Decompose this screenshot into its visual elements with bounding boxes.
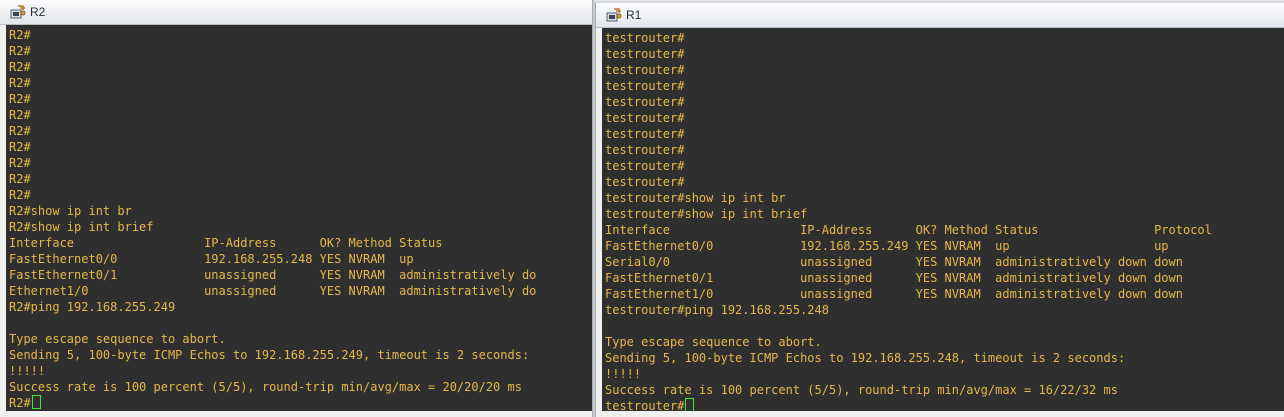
terminal-line: Success rate is 100 percent (5/5), round… [605, 383, 1118, 397]
prompt-text: R2# [9, 396, 31, 410]
terminal-prompt-line[interactable]: testrouter# [605, 398, 1284, 411]
terminal-line: Serial0/0 unassigned YES NVRAM administr… [605, 255, 1183, 269]
terminal-line: testrouter# [605, 175, 685, 189]
terminal-line: R2#show ip int br [9, 204, 132, 218]
text-cursor [685, 398, 695, 411]
terminal-line: R2# [9, 188, 31, 202]
terminal-area[interactable]: R2# R2# R2# R2# R2# R2# R2# R2# R2# R2# R2# R2#show… [6, 25, 592, 411]
terminal-line: Sending 5, 100-byte ICMP Echos to 192.16… [605, 351, 1126, 365]
terminal-line: Sending 5, 100-byte ICMP Echos to 192.16… [9, 348, 530, 362]
terminal-line: testrouter# [605, 63, 685, 77]
terminal-line: R2#show ip int brief [9, 220, 154, 234]
terminal-line: Interface IP-Address OK? Method Status P… [605, 223, 1212, 237]
terminal-line: R2# [9, 92, 31, 106]
terminal-line: testrouter# [605, 127, 685, 141]
terminal-line: Type escape sequence to abort. [605, 335, 822, 349]
terminal-line: R2# [9, 124, 31, 138]
terminal-line: Success rate is 100 percent (5/5), round… [9, 380, 522, 394]
prompt-text: testrouter# [605, 399, 685, 411]
console-window-r1[interactable]: R1 testrouter# testrouter# testrouter# test… [595, 3, 1284, 417]
terminal-line: FastEthernet0/1 unassigned YES NVRAM adm… [605, 271, 1183, 285]
terminal-line: R2# [9, 76, 31, 90]
terminal-line: !!!!! [605, 367, 642, 381]
terminal-output: R2# R2# R2# R2# R2# R2# R2# R2# R2# R2# R2# R2#show… [6, 25, 592, 411]
terminal-area[interactable]: testrouter# testrouter# testrouter# testrou… [602, 28, 1284, 411]
terminal-line: R2# [9, 156, 31, 170]
terminal-line: Ethernet1/0 unassigned YES NVRAM adminis… [9, 284, 537, 298]
title-bar[interactable]: R2 [0, 0, 592, 25]
console-window-r2[interactable]: R2 R2# R2# R2# R2# R2# R2# R2# R2# R2# R2# R2# R2#s… [0, 0, 593, 417]
terminal-line: R2#ping 192.168.255.249 [9, 300, 176, 314]
terminal-line: R2# [9, 28, 31, 42]
terminal-line: testrouter#show ip int brief [605, 207, 808, 221]
router-console-icon [10, 5, 26, 19]
terminal-line: testrouter# [605, 47, 685, 61]
text-cursor [31, 395, 41, 409]
terminal-line: !!!!! [9, 364, 46, 378]
terminal-line: R2# [9, 44, 31, 58]
terminal-line: Interface IP-Address OK? Method Status [9, 236, 443, 250]
terminal-line: testrouter# [605, 95, 685, 109]
terminal-line: testrouter#ping 192.168.255.248 [605, 303, 829, 317]
terminal-line: FastEthernet1/0 unassigned YES NVRAM adm… [605, 287, 1183, 301]
terminal-line: FastEthernet0/0 192.168.255.248 YES NVRA… [9, 252, 414, 266]
terminal-line: testrouter# [605, 31, 685, 45]
terminal-line: testrouter# [605, 111, 685, 125]
router-console-icon [606, 8, 622, 22]
terminal-line: FastEthernet0/1 unassigned YES NVRAM adm… [9, 268, 537, 282]
terminal-line: testrouter# [605, 79, 685, 93]
terminal-prompt-line[interactable]: R2# [9, 395, 592, 411]
window-title: R2 [30, 5, 46, 19]
terminal-line: FastEthernet0/0 192.168.255.249 YES NVRA… [605, 239, 1169, 253]
terminal-line: testrouter# [605, 143, 685, 157]
terminal-line: R2# [9, 172, 31, 186]
title-bar[interactable]: R1 [596, 3, 1284, 28]
terminal-line: R2# [9, 60, 31, 74]
terminal-line: R2# [9, 140, 31, 154]
terminal-line: Type escape sequence to abort. [9, 332, 226, 346]
terminal-line: testrouter#show ip int br [605, 191, 786, 205]
terminal-line: R2# [9, 108, 31, 122]
terminal-line: testrouter# [605, 159, 685, 173]
window-title: R1 [626, 8, 642, 22]
terminal-output: testrouter# testrouter# testrouter# testrou… [602, 28, 1284, 411]
